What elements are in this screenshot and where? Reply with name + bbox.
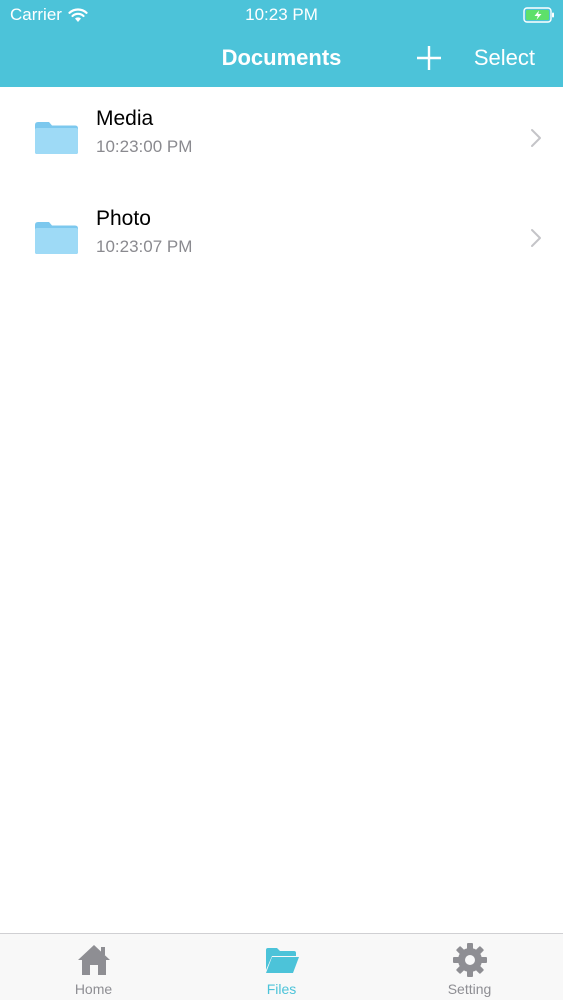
chevron-right-icon bbox=[531, 229, 541, 247]
add-icon[interactable] bbox=[415, 44, 443, 72]
status-bar: Carrier 10:23 PM bbox=[0, 0, 563, 30]
file-row-photo[interactable]: Photo 10:23:07 PM bbox=[0, 187, 563, 287]
tab-setting[interactable]: Setting bbox=[376, 934, 563, 1000]
file-time: 10:23:07 PM bbox=[96, 237, 193, 256]
battery-charging-icon bbox=[523, 7, 554, 23]
file-list: Media 10:23:00 PM Photo 10:23:07 PM bbox=[0, 87, 563, 287]
tab-label: Setting bbox=[447, 981, 492, 997]
header: Carrier 10:23 PM Documents Select bbox=[0, 0, 563, 87]
file-time: 10:23:00 PM bbox=[96, 137, 193, 156]
gear-icon bbox=[452, 943, 487, 977]
select-button[interactable]: Select bbox=[474, 45, 535, 71]
folder-open-icon bbox=[265, 948, 299, 973]
tab-bar: Home Files Setting bbox=[0, 933, 563, 1000]
file-row-media[interactable]: Media 10:23:00 PM bbox=[0, 87, 563, 187]
folder-icon bbox=[35, 122, 78, 154]
home-icon bbox=[77, 945, 110, 975]
folder-icon bbox=[35, 222, 78, 254]
file-name: Media bbox=[96, 107, 154, 130]
tab-home[interactable]: Home bbox=[0, 934, 187, 1000]
chevron-right-icon bbox=[531, 129, 541, 147]
file-name: Photo bbox=[96, 207, 151, 230]
tab-files[interactable]: Files bbox=[188, 934, 375, 1000]
status-time: 10:23 PM bbox=[245, 5, 318, 24]
screen: Carrier 10:23 PM Documents Select Media … bbox=[0, 0, 563, 1000]
tab-label: Home bbox=[74, 981, 113, 997]
tab-label: Files bbox=[266, 981, 297, 997]
nav-bar: Documents Select bbox=[0, 30, 563, 87]
